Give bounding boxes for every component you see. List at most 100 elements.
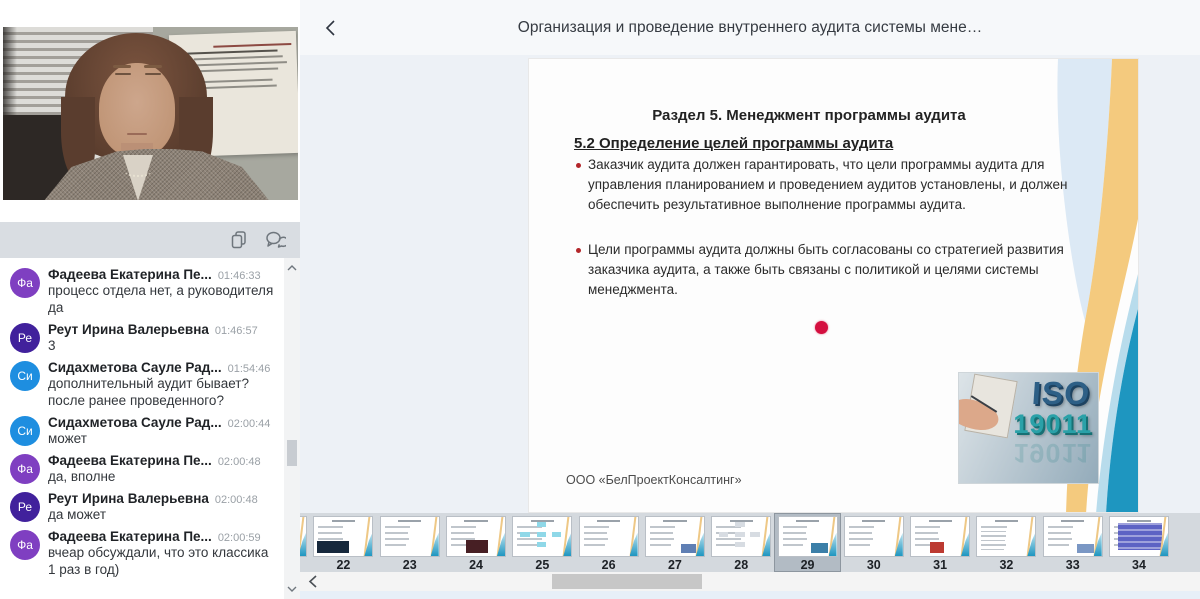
chat-scrollbar	[284, 258, 300, 599]
message-text: вчеар обсуждали, что это классика 1 раз …	[48, 544, 274, 578]
message-time: 02:00:48	[218, 456, 261, 468]
thumbnail-image-block	[466, 540, 488, 552]
slide-thumbnail[interactable]: 21	[300, 513, 310, 572]
chat-icon[interactable]	[264, 229, 286, 251]
avatar: Си	[10, 361, 40, 391]
filmstrip-scrollbar	[300, 572, 1200, 591]
thumbnail-number: 25	[535, 558, 549, 572]
thumbnail-number: 26	[602, 558, 616, 572]
chat-message: Си Сидахметова Сауле Рад... 02:00:44 мож…	[0, 412, 300, 450]
laser-pointer-dot	[815, 321, 828, 334]
thumbnail-image-block	[317, 541, 349, 553]
slide-thumbnail[interactable]: 26	[575, 513, 641, 572]
avatar: Фа	[10, 268, 40, 298]
message-author: Сидахметова Сауле Рад...	[48, 360, 222, 375]
slide-thumbnail[interactable]: 22	[310, 513, 376, 572]
message-text: да может	[48, 506, 274, 523]
message-time: 01:46:33	[218, 270, 261, 282]
slide-thumbnail[interactable]: 24	[443, 513, 509, 572]
slide-section-title: Раздел 5. Менеджмент программы аудита	[529, 107, 1089, 124]
message-time: 01:54:46	[228, 363, 271, 375]
chat-scrollbar-thumb[interactable]	[287, 440, 297, 466]
thumbnail-image-block	[681, 544, 696, 553]
left-panel: Фа Фадеева Екатерина Пе... 01:46:33 проц…	[0, 0, 300, 599]
presentation-panel: Организация и проведение внутреннего ауд…	[300, 0, 1200, 599]
filmstrip-scrollbar-thumb[interactable]	[552, 574, 702, 589]
webinar-app: Фа Фадеева Екатерина Пе... 01:46:33 проц…	[0, 0, 1200, 599]
slide-thumbnail[interactable]: 28	[708, 513, 774, 572]
thumbnail-row: 21 22 23 24 25 26 27 28 29 30 31 32 33 34	[300, 513, 1172, 572]
slide-bullet: Заказчик аудита должен гарантировать, чт…	[576, 155, 1081, 215]
iso-19011-image: ISO 19011 19011	[959, 373, 1098, 483]
current-slide: Раздел 5. Менеджмент программы аудита 5.…	[528, 58, 1139, 513]
slide-bullet-list: Заказчик аудита должен гарантировать, чт…	[576, 155, 1081, 325]
scroll-up-icon[interactable]	[284, 260, 300, 276]
thumbnail-number: 28	[734, 558, 748, 572]
chat-toolbar	[0, 222, 300, 258]
thumbnail-number: 31	[933, 558, 947, 572]
message-author: Реут Ирина Валерьевна	[48, 491, 209, 506]
message-text: да, вполне	[48, 468, 274, 485]
thumbnail-image-block	[1077, 544, 1093, 553]
copy-icon[interactable]	[228, 229, 250, 251]
thumbnail-number: 24	[469, 558, 483, 572]
slide-thumbnail[interactable]: 34	[1106, 513, 1172, 572]
message-time: 02:00:48	[215, 494, 258, 506]
chat-message: Си Сидахметова Сауле Рад... 01:54:46 доп…	[0, 357, 300, 412]
slide-thumbnail[interactable]: 25	[509, 513, 575, 572]
message-author: Фадеева Екатерина Пе...	[48, 453, 212, 468]
slide-thumbnail[interactable]: 31	[907, 513, 973, 572]
thumbnail-number: 33	[1066, 558, 1080, 572]
slide-thumbnail[interactable]: 23	[377, 513, 443, 572]
message-time: 02:00:44	[228, 418, 271, 430]
slide-thumbnail[interactable]: 29	[774, 513, 840, 572]
message-time: 01:46:57	[215, 325, 258, 337]
chat-message: Фа Фадеева Екатерина Пе... 02:00:59 вчеа…	[0, 526, 300, 581]
message-author: Сидахметова Сауле Рад...	[48, 415, 222, 430]
avatar: Ре	[10, 323, 40, 353]
slide-heading: 5.2 Определение целей программы аудита	[574, 135, 893, 152]
thumbnail-image-block	[811, 543, 828, 553]
slide-filmstrip: 21 22 23 24 25 26 27 28 29 30 31 32 33 34	[300, 513, 1200, 572]
bottom-strip	[300, 591, 1200, 599]
scroll-down-icon[interactable]	[284, 581, 300, 597]
iso-text: ISO	[1031, 375, 1092, 412]
message-text: 3	[48, 337, 274, 354]
message-text: дополнительный аудит бывает? после ранее…	[48, 375, 274, 409]
necklace	[125, 167, 151, 177]
chat-message: Ре Реут Ирина Валерьевна 01:46:57 3	[0, 319, 300, 357]
slide-thumbnail[interactable]: 30	[841, 513, 907, 572]
iso-19011-text: 19011	[1013, 409, 1092, 440]
slide-footer: ООО «БелПроектКонсалтинг»	[566, 473, 742, 487]
chat-message: Ре Реут Ирина Валерьевна 02:00:48 да мож…	[0, 488, 300, 526]
thumbnail-number: 27	[668, 558, 682, 572]
chat-message: Фа Фадеева Екатерина Пе... 01:46:33 проц…	[0, 264, 300, 319]
thumbnail-number: 32	[999, 558, 1013, 572]
slide-thumbnail[interactable]: 33	[1040, 513, 1106, 572]
message-author: Фадеева Екатерина Пе...	[48, 529, 212, 544]
avatar: Фа	[10, 530, 40, 560]
message-text: процесс отдела нет, а руководителя да	[48, 282, 274, 316]
avatar: Фа	[10, 454, 40, 484]
thumbnail-image-block	[930, 542, 944, 553]
thumbnail-number: 23	[403, 558, 417, 572]
thumbnail-number: 22	[336, 558, 350, 572]
avatar: Си	[10, 416, 40, 446]
presentation-header: Организация и проведение внутреннего ауд…	[300, 0, 1200, 55]
message-author: Реут Ирина Валерьевна	[48, 322, 209, 337]
thumbnail-number: 34	[1132, 558, 1146, 572]
chat-message: Фа Фадеева Екатерина Пе... 02:00:48 да, …	[0, 450, 300, 488]
presentation-title: Организация и проведение внутреннего ауд…	[300, 19, 1200, 37]
chat-message-list: Фа Фадеева Екатерина Пе... 01:46:33 проц…	[0, 258, 300, 599]
thumbnail-number: 29	[801, 558, 815, 572]
prev-slides-icon[interactable]	[304, 572, 320, 591]
avatar: Ре	[10, 492, 40, 522]
message-time: 02:00:59	[218, 532, 261, 544]
message-author: Фадеева Екатерина Пе...	[48, 267, 212, 282]
message-text: может	[48, 430, 274, 447]
slide-thumbnail[interactable]: 32	[973, 513, 1039, 572]
thumbnail-number: 30	[867, 558, 881, 572]
webcam-video	[3, 27, 298, 200]
slide-thumbnail[interactable]: 27	[642, 513, 708, 572]
slide-bullet: Цели программы аудита должны быть соглас…	[576, 240, 1081, 300]
